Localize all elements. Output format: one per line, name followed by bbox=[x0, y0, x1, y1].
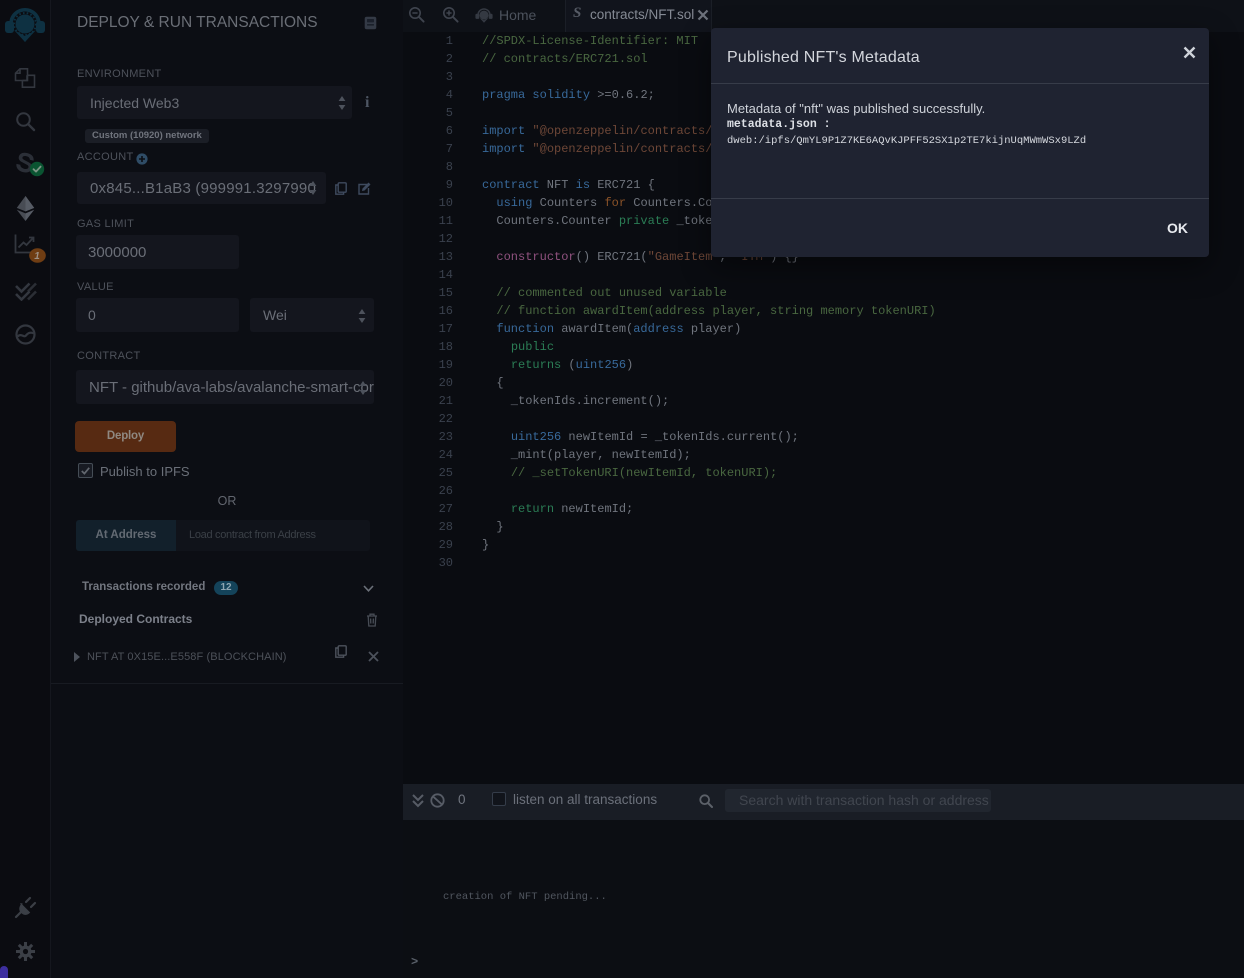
svg-text:1: 1 bbox=[34, 251, 40, 262]
